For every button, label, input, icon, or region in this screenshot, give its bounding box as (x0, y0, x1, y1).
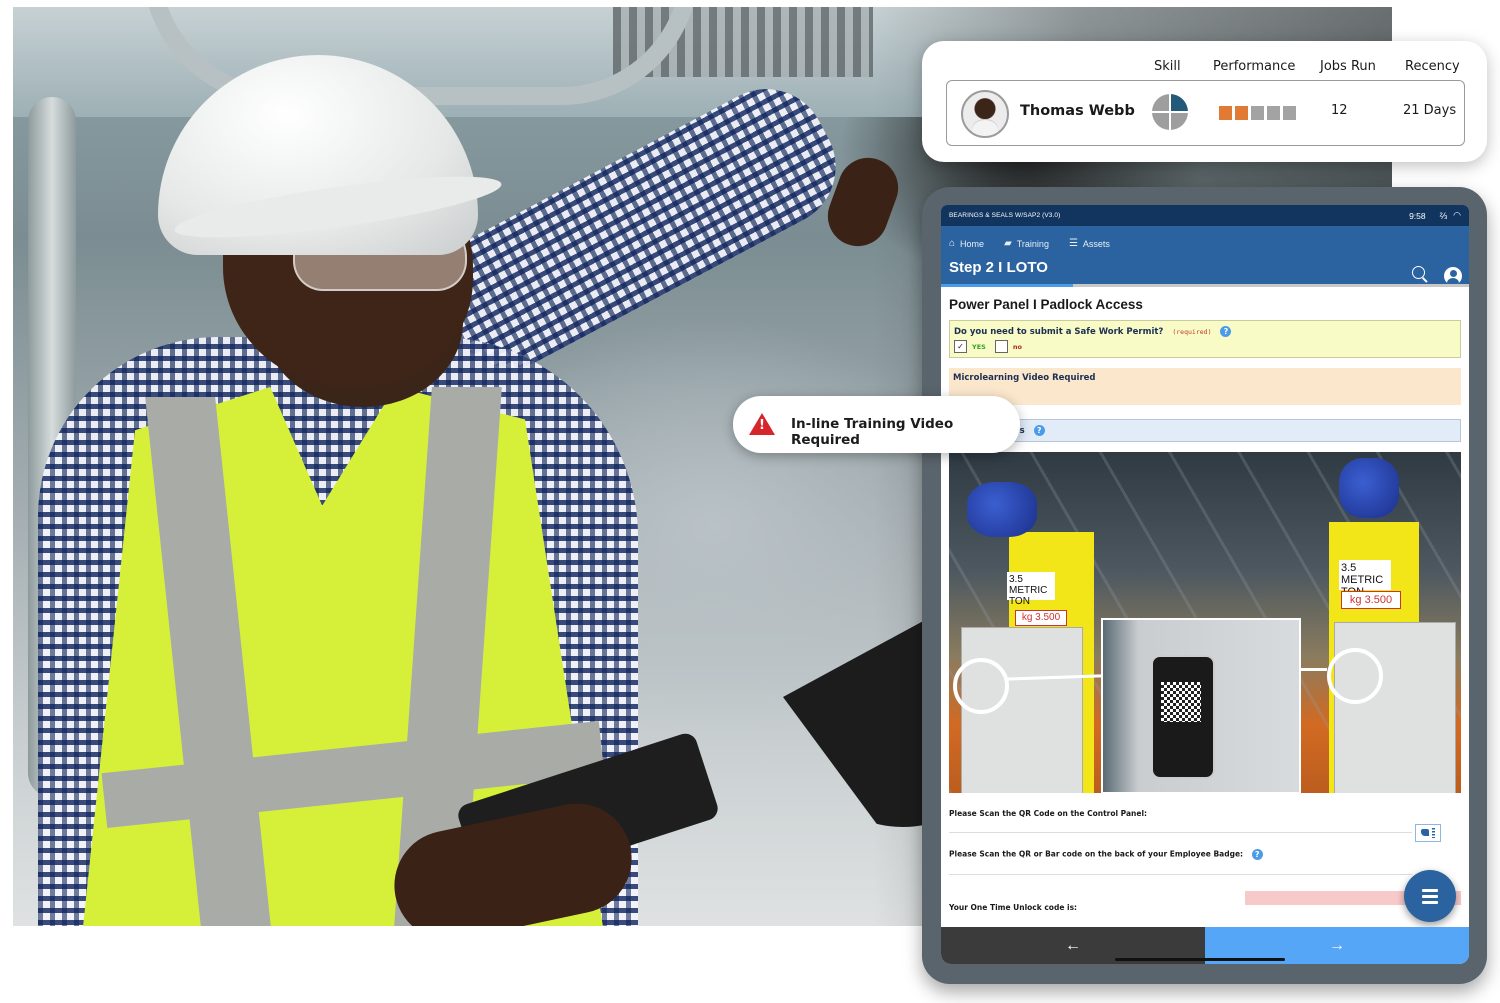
badge-qr-input[interactable] (949, 860, 1412, 875)
app-bar: ⌂ Home ▰ Training ☰ Assets Step 2 I LOTO (941, 226, 1469, 285)
wifi-icon: ◠ (1453, 210, 1461, 220)
phone-scanning-qr (1151, 655, 1215, 779)
training-video-alert: In-line Training Video Required (733, 396, 1020, 453)
user-account-icon[interactable] (1444, 267, 1462, 285)
worker-row[interactable]: Thomas Webb 12 21 Days (946, 80, 1465, 146)
callout-line (1297, 668, 1327, 671)
performance-square (1283, 106, 1296, 120)
tablet-screen: BEARINGS & SEALS W/SAP2 (V3.0) 9:58 ⅔ ◠ … (941, 205, 1469, 964)
skill-quadrant (1170, 94, 1188, 112)
section-title: Power Panel I Padlock Access (949, 297, 1143, 312)
top-nav: ⌂ Home ▰ Training ☰ Assets (949, 238, 1110, 249)
menu-fab-button[interactable] (1404, 870, 1456, 922)
nav-home[interactable]: ⌂ Home (949, 238, 984, 249)
performance-square (1235, 106, 1248, 120)
yes-checkbox[interactable]: ✓ (954, 340, 967, 353)
home-indicator (1115, 958, 1285, 961)
home-icon: ⌂ (949, 238, 956, 249)
unlock-code-row: Your One Time Unlock code is: (949, 891, 1461, 912)
no-label: no (1012, 342, 1022, 351)
worker-profile-card: Skill Performance Jobs Run Recency Thoma… (922, 41, 1487, 162)
microlearning-label: Microlearning Video Required (953, 373, 1096, 383)
search-icon[interactable] (1412, 266, 1425, 279)
capacity-label-right: 3.5 METRIC TON (1339, 560, 1391, 598)
app-name: BEARINGS & SEALS W/SAP2 (V3.0) (949, 212, 1061, 219)
required-tools-row[interactable]: Required Tools ? (949, 419, 1461, 442)
safe-work-permit-question: Do you need to submit a Safe Work Permit… (949, 320, 1461, 358)
badge-qr-label: Please Scan the QR or Bar code on the ba… (949, 849, 1461, 860)
nav-assets-label: Assets (1082, 238, 1110, 249)
control-panel-qr-label: Please Scan the QR Code on the Control P… (949, 809, 1148, 818)
qr-code (1161, 682, 1201, 722)
worker-name: Thomas Webb (1020, 103, 1135, 119)
required-tag: (required) (1172, 328, 1212, 336)
performance-square (1267, 106, 1280, 120)
performance-square (1251, 106, 1264, 120)
badge-qr-label-text: Please Scan the QR or Bar code on the ba… (949, 849, 1244, 859)
alert-text: In-line Training Video Required (791, 416, 954, 448)
help-icon[interactable]: ? (1033, 425, 1045, 436)
qr-highlight-circle (1327, 648, 1383, 704)
nav-assets[interactable]: ☰ Assets (1069, 238, 1110, 249)
skill-quadrant (1152, 112, 1170, 130)
control-panel-qr-input[interactable] (949, 818, 1412, 833)
server-icon: ☰ (1068, 238, 1078, 249)
capacity-label-left: 3.5 METRIC TON (1007, 572, 1055, 607)
warning-triangle-icon (749, 413, 775, 435)
arrow-left-icon: ← (1065, 936, 1081, 954)
arrow-right-icon: → (1329, 936, 1345, 954)
qr-scan-inset (1101, 618, 1301, 793)
column-header-skill: Skill (1154, 59, 1181, 74)
help-icon[interactable]: ? (1251, 849, 1263, 860)
page-title: Step 2 I LOTO (949, 259, 1048, 276)
qr-highlight-circle (953, 658, 1009, 714)
nav-training[interactable]: ▰ Training (1004, 238, 1049, 249)
performance-square (1219, 106, 1232, 120)
status-bar: BEARINGS & SEALS W/SAP2 (V3.0) 9:58 ⅔ ◠ (941, 205, 1469, 226)
instruction-image: 3.5 METRIC TON 3.5 METRIC TON kg 3.500 k… (949, 452, 1461, 793)
skill-quadrant (1170, 112, 1188, 130)
hamburger-icon (1422, 889, 1438, 892)
motor-left (967, 482, 1037, 537)
avatar (961, 90, 1009, 138)
column-header-jobs-run: Jobs Run (1320, 59, 1376, 74)
help-icon[interactable]: ? (1220, 326, 1232, 337)
no-checkbox[interactable] (994, 340, 1008, 353)
graduation-cap-icon: ▰ (1004, 238, 1012, 249)
skill-pie-chart (1152, 94, 1188, 130)
recency-value: 21 Days (1403, 103, 1457, 118)
column-header-recency: Recency (1405, 59, 1460, 74)
yes-label: YES (972, 342, 986, 351)
step-progress-bar (941, 284, 1469, 287)
no-signal-icon: ⅔ (1439, 210, 1448, 221)
performance-meter (1219, 106, 1296, 120)
form-content: Power Panel I Padlock Access Do you need… (941, 297, 1469, 912)
tablet-device: BEARINGS & SEALS W/SAP2 (V3.0) 9:58 ⅔ ◠ … (922, 187, 1487, 984)
permit-question-label: Do you need to submit a Safe Work Permit… (954, 327, 1164, 337)
nav-home-label: Home (960, 238, 985, 249)
microlearning-video-panel[interactable]: Microlearning Video Required (949, 368, 1461, 405)
jobs-run-value: 12 (1331, 103, 1348, 118)
motor-right (1339, 458, 1399, 518)
nav-training-label: Training (1016, 238, 1049, 249)
step-progress-fill (941, 284, 1073, 287)
weight-label-left: kg 3.500 (1015, 610, 1067, 626)
weight-label-right: kg 3.500 (1341, 591, 1401, 609)
unlock-code-label: Your One Time Unlock code is: (949, 903, 1078, 912)
skill-quadrant (1152, 94, 1170, 112)
column-header-performance: Performance (1213, 59, 1296, 74)
clock: 9:58 (1409, 210, 1426, 221)
barcode-scanner-icon[interactable] (1415, 824, 1441, 842)
